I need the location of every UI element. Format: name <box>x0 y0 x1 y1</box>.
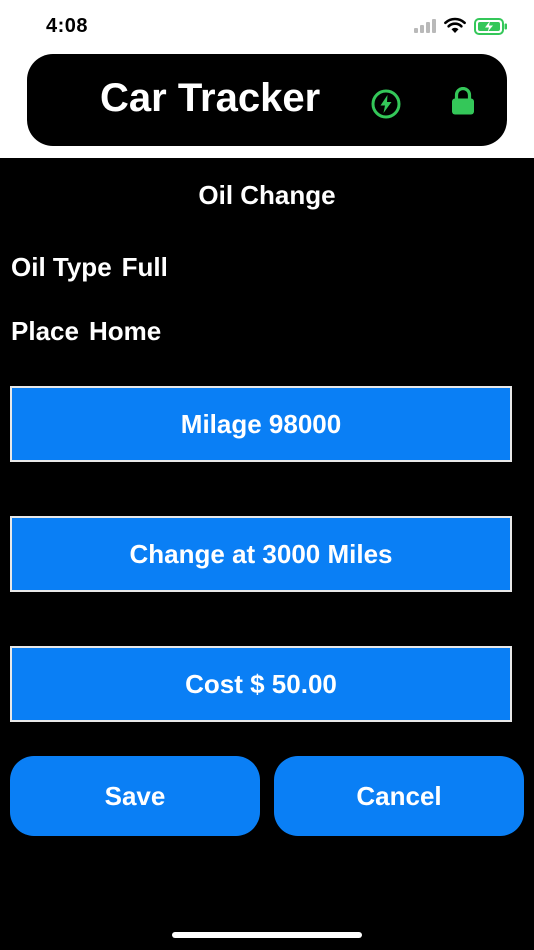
place-row: Place Home <box>11 316 161 347</box>
lock-icon[interactable] <box>451 86 475 120</box>
save-button[interactable]: Save <box>10 756 260 836</box>
change-interval-button[interactable]: Change at 3000 Miles <box>10 516 512 592</box>
section-title: Oil Change <box>198 180 336 210</box>
bolt-circle-icon[interactable] <box>370 88 402 125</box>
place-label: Place <box>11 316 79 346</box>
app-title-bar: Car Tracker <box>27 54 507 146</box>
wifi-icon <box>444 17 466 39</box>
app-title: Car Tracker <box>100 76 321 120</box>
oil-type-row: Oil Type Full <box>11 252 168 283</box>
header-area: 4:08 Car Tracker <box>0 0 534 158</box>
oil-type-label: Oil Type <box>11 252 112 282</box>
cellular-signal-icon <box>414 19 436 38</box>
cancel-button[interactable]: Cancel <box>274 756 524 836</box>
status-time: 4:08 <box>46 15 89 37</box>
place-value: Home <box>88 316 162 346</box>
home-indicator[interactable] <box>172 932 362 938</box>
oil-type-value: Full <box>121 252 168 282</box>
status-bar: 4:08 <box>0 0 534 52</box>
battery-charging-icon <box>474 18 508 40</box>
cost-button[interactable]: Cost $ 50.00 <box>10 646 512 722</box>
milage-button[interactable]: Milage 98000 <box>10 386 512 462</box>
